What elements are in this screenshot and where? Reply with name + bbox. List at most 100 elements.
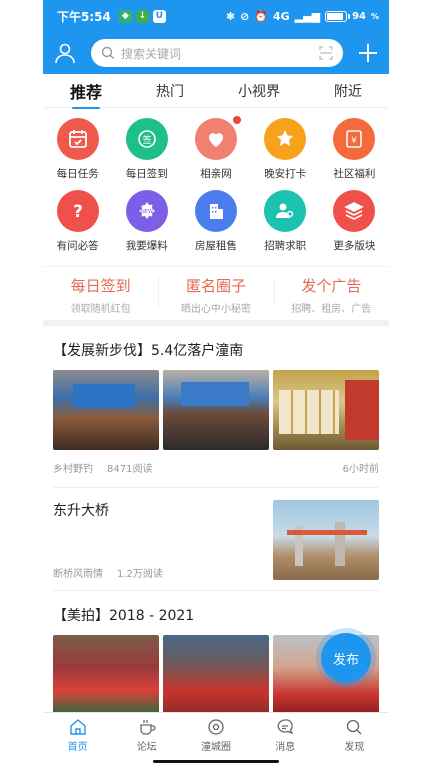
tab-nearby[interactable]: 附近: [330, 75, 366, 107]
publish-button[interactable]: 发布: [321, 633, 371, 683]
shortcut-housing[interactable]: 房屋租售: [181, 190, 250, 262]
tab-recommend[interactable]: 推荐: [66, 73, 106, 109]
article-body: 东升大桥 断桥风雨情 1.2万阅读: [53, 488, 379, 590]
search-icon: [101, 46, 114, 59]
shortcut-label: 更多版块: [333, 240, 376, 252]
app-frame: 下午5:54 ◆ ↓ U ✱ ⊘ ⏰ 4G ▂▄▆ 94% 搜索关键词 推荐 热…: [43, 0, 389, 768]
status-bar: 下午5:54 ◆ ↓ U ✱ ⊘ ⏰ 4G ▂▄▆ 94%: [43, 0, 389, 32]
article-time: 6小时前: [342, 464, 379, 475]
bottom-nav: 首页 论坛 潼城圈 消息 发现: [43, 712, 389, 756]
nav-forum[interactable]: 论坛: [112, 713, 181, 756]
home-icon: [69, 719, 86, 735]
top-bar: 搜索关键词: [43, 32, 389, 74]
article-photo[interactable]: [273, 370, 379, 450]
circle-refresh-icon: [208, 719, 224, 735]
article-card[interactable]: 【发展新步伐】5.4亿落户潼南 乡村野钓 8471阅读 6小时前: [53, 326, 379, 488]
article-photo[interactable]: [273, 500, 379, 580]
promo-subtitle: 领取随机红包: [70, 304, 131, 315]
promo-sign-in[interactable]: 每日签到 领取随机红包: [43, 267, 158, 320]
discover-search-icon: [347, 719, 362, 735]
promo-title: 匿名圈子: [185, 277, 246, 295]
notification-dot: [232, 116, 241, 124]
shortcut-label: 相亲网: [200, 168, 232, 180]
article-meta: 断桥风雨情 1.2万阅读: [53, 565, 273, 580]
promo-title: 发个广告: [301, 277, 362, 295]
article-card[interactable]: 东升大桥 断桥风雨情 1.2万阅读: [53, 488, 379, 591]
add-icon[interactable]: [357, 42, 379, 64]
shortcut-label: 招聘求职: [264, 240, 307, 252]
shortcut-label: 每日任务: [56, 168, 99, 180]
promo-post-ad[interactable]: 发个广告 招聘、租房、广告: [273, 267, 389, 320]
tab-hot[interactable]: 热门: [152, 75, 188, 107]
svg-text:NEW: NEW: [141, 209, 153, 215]
download-icon: ↓: [135, 9, 149, 23]
status-time: 下午5:54: [57, 9, 111, 24]
article-photo[interactable]: [53, 635, 159, 715]
article-meta: 乡村野钓 8471阅读 6小时前: [53, 450, 379, 487]
building-icon: [194, 190, 237, 232]
news-icon: NEW: [125, 190, 168, 232]
alarm-icon: ⏰: [254, 9, 268, 23]
article-photo[interactable]: [163, 370, 269, 450]
svg-text:?: ?: [73, 202, 83, 222]
article-text: 东升大桥 断桥风雨情 1.2万阅读: [53, 500, 273, 580]
shortcut-label: 社区福利: [333, 168, 376, 180]
search-bar[interactable]: 搜索关键词: [91, 39, 343, 67]
promo-title: 每日签到: [70, 277, 131, 295]
layers-icon: [333, 190, 376, 232]
moon-star-icon: [264, 118, 307, 160]
promo-anonymous-circle[interactable]: 匿名圈子 晒出心中小秘密: [158, 267, 273, 320]
signal-icon: ▂▄▆: [294, 9, 321, 23]
nav-discover[interactable]: 发现: [320, 713, 389, 756]
article-title: 【美拍】2018 - 2021: [53, 608, 195, 624]
shortcut-label: 我要爆料: [125, 240, 168, 252]
battery-percent: 94: [352, 10, 366, 22]
notification-app-icon: ◆: [118, 9, 132, 23]
shortcut-label: 有问必答: [56, 240, 99, 252]
tab-video[interactable]: 小视界: [234, 75, 284, 107]
article-reads: 1.2万阅读: [117, 569, 163, 580]
promo-subtitle: 招聘、租房、广告: [291, 304, 372, 315]
article-title: 东升大桥: [53, 503, 109, 519]
shortcut-qa[interactable]: ? 有问必答: [43, 190, 112, 262]
heart-icon: [194, 116, 241, 160]
shortcut-community-welfare[interactable]: ¥ 社区福利: [320, 118, 389, 190]
shortcut-label: 每日签到: [125, 168, 168, 180]
scan-icon[interactable]: [319, 46, 333, 60]
nav-messages[interactable]: 消息: [251, 713, 320, 756]
sign-in-icon: 签: [125, 118, 168, 160]
calendar-icon: [56, 118, 99, 160]
feed-tabs: 推荐 热门 小视界 附近: [43, 73, 389, 109]
nav-home[interactable]: 首页: [43, 713, 112, 756]
gift-icon: ¥: [333, 118, 376, 160]
shortcut-jobs[interactable]: 招聘求职: [251, 190, 320, 262]
mute-icon: ⊘: [240, 9, 250, 23]
article-photo[interactable]: [163, 635, 269, 715]
shortcut-report-news[interactable]: NEW 我要爆料: [112, 190, 181, 262]
shortcut-grid: 每日任务 签 每日签到 相亲网 晚安打卡 ¥ 社区福利 ? 有问必答 NEW 我…: [43, 108, 389, 262]
shortcut-daily-sign-in[interactable]: 签 每日签到: [112, 118, 181, 190]
shortcut-more[interactable]: 更多版块: [320, 190, 389, 262]
shortcut-label: 晚安打卡: [264, 168, 307, 180]
promo-strip: 每日签到 领取随机红包 匿名圈子 晒出心中小秘密 发个广告 招聘、租房、广告: [43, 266, 389, 320]
article-title: 【发展新步伐】5.4亿落户潼南: [53, 343, 244, 359]
nav-label: 消息: [275, 742, 296, 753]
job-search-icon: [264, 190, 307, 232]
chat-bubble-icon: [277, 719, 294, 735]
nav-label: 论坛: [136, 742, 157, 753]
home-indicator: [153, 760, 279, 763]
user-icon[interactable]: [53, 41, 77, 65]
nav-label: 潼城圈: [201, 742, 231, 753]
article-photo[interactable]: [53, 370, 159, 450]
bluetooth-icon: ✱: [225, 9, 236, 23]
shortcut-goodnight[interactable]: 晚安打卡: [251, 118, 320, 190]
nav-city-circle[interactable]: 潼城圈: [181, 713, 250, 756]
article-source: 乡村野钓: [53, 464, 93, 475]
shortcut-daily-task[interactable]: 每日任务: [43, 118, 112, 190]
promo-subtitle: 晒出心中小秘密: [180, 304, 251, 315]
svg-text:¥: ¥: [352, 136, 358, 146]
article-images: [53, 370, 379, 450]
battery-icon: [325, 10, 351, 22]
shortcut-dating[interactable]: 相亲网: [181, 116, 250, 190]
network-type-icon: 4G: [272, 9, 290, 23]
